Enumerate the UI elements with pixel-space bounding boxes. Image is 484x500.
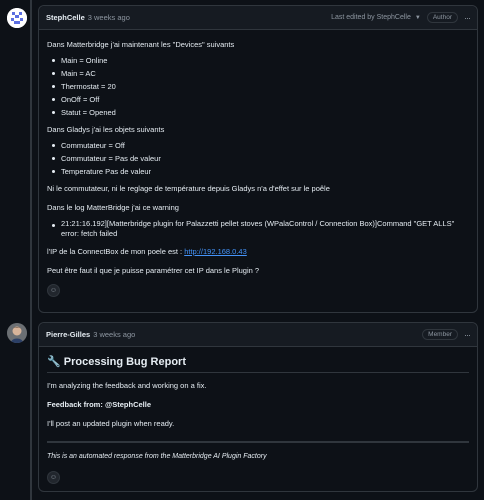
edited-label: Last edited by bbox=[331, 14, 375, 21]
comment-header: StephCelle 3 weeks ago Last edited by St… bbox=[39, 6, 477, 30]
ip-label: l'IP de la ConnectBox de mon poele est : bbox=[47, 247, 185, 256]
report-heading: 🔧 Processing Bug Report bbox=[47, 355, 469, 373]
edited-indicator[interactable]: Last edited by StephCelle bbox=[331, 14, 411, 21]
paragraph: Peut être faut il que je puisse paramétr… bbox=[47, 266, 260, 275]
user-photo-icon bbox=[7, 323, 27, 343]
list-item: Statut = Opened bbox=[47, 106, 469, 119]
identicon-icon bbox=[7, 8, 27, 28]
list-item: Commutateur = Pas de valeur bbox=[47, 152, 469, 165]
kebab-icon[interactable]: ··· bbox=[464, 330, 471, 340]
gladys-list: Commutateur = Off Commutateur = Pas de v… bbox=[47, 139, 469, 178]
kebab-icon[interactable]: ··· bbox=[464, 13, 471, 23]
comment-body: Dans Matterbridge j'ai maintenant les "D… bbox=[39, 30, 477, 303]
footer-note: This is an automated response from the M… bbox=[47, 451, 469, 462]
user-mention[interactable]: @StephCelle bbox=[105, 400, 151, 409]
feedback-label: Feedback from: bbox=[47, 400, 105, 409]
role-badge: Member bbox=[422, 329, 458, 340]
warning-line-1: 21:21:16.192][Matterbridge plugin for Pa… bbox=[61, 219, 455, 228]
author-name[interactable]: Pierre-Gilles bbox=[46, 330, 90, 339]
warning-list: 21:21:16.192][Matterbridge plugin for Pa… bbox=[47, 219, 469, 239]
paragraph: I'm analyzing the feedback and working o… bbox=[47, 381, 207, 390]
triangle-down-icon[interactable]: ▼ bbox=[415, 15, 421, 21]
comment-header: Pierre-Gilles 3 weeks ago Member ··· bbox=[39, 323, 477, 347]
author-name[interactable]: StephCelle bbox=[46, 13, 85, 22]
devices-list: Main = Online Main = AC Thermostat = 20 … bbox=[47, 54, 469, 119]
divider bbox=[47, 441, 469, 443]
paragraph: I'll post an updated plugin when ready. bbox=[47, 419, 175, 428]
list-item: OnOff = Off bbox=[47, 93, 469, 106]
role-badge: Author bbox=[426, 12, 458, 23]
footer-text: This is an automated response from the M… bbox=[47, 453, 267, 460]
list-item: Main = AC bbox=[47, 67, 469, 80]
list-item: 21:21:16.192][Matterbridge plugin for Pa… bbox=[47, 219, 469, 239]
timestamp[interactable]: 3 weeks ago bbox=[93, 330, 135, 339]
paragraph: Dans Matterbridge j'ai maintenant les "D… bbox=[47, 40, 235, 49]
ip-link[interactable]: http://192.168.0.43 bbox=[184, 247, 247, 256]
list-item: Main = Online bbox=[47, 54, 469, 67]
list-item: Temperature Pas de valeur bbox=[47, 165, 469, 178]
avatar[interactable] bbox=[7, 323, 27, 343]
paragraph: Feedback from: @StephCelle bbox=[47, 400, 469, 410]
comment-body: 🔧 Processing Bug Report I'm analyzing th… bbox=[39, 347, 477, 490]
smiley-icon[interactable]: ☺ bbox=[47, 284, 60, 297]
comment-card: StephCelle 3 weeks ago Last edited by St… bbox=[38, 5, 478, 313]
paragraph: l'IP de la ConnectBox de mon poele est :… bbox=[47, 247, 469, 257]
timestamp[interactable]: 3 weeks ago bbox=[88, 13, 130, 22]
smiley-icon[interactable]: ☺ bbox=[47, 471, 60, 484]
list-item: Thermostat = 20 bbox=[47, 80, 469, 93]
comment-card: Pierre-Gilles 3 weeks ago Member ··· 🔧 P… bbox=[38, 322, 478, 492]
paragraph: Dans Gladys j'ai les objets suivants bbox=[47, 125, 165, 134]
paragraph: Ni le commutateur, ni le reglage de temp… bbox=[47, 184, 330, 193]
paragraph: Dans le log MatterBridge j'ai ce warning bbox=[47, 203, 179, 212]
timeline-line bbox=[30, 0, 32, 500]
avatar[interactable] bbox=[7, 8, 27, 28]
warning-line-2: error: fetch failed bbox=[61, 229, 118, 238]
edited-by: StephCelle bbox=[376, 14, 411, 21]
list-item: Commutateur = Off bbox=[47, 139, 469, 152]
